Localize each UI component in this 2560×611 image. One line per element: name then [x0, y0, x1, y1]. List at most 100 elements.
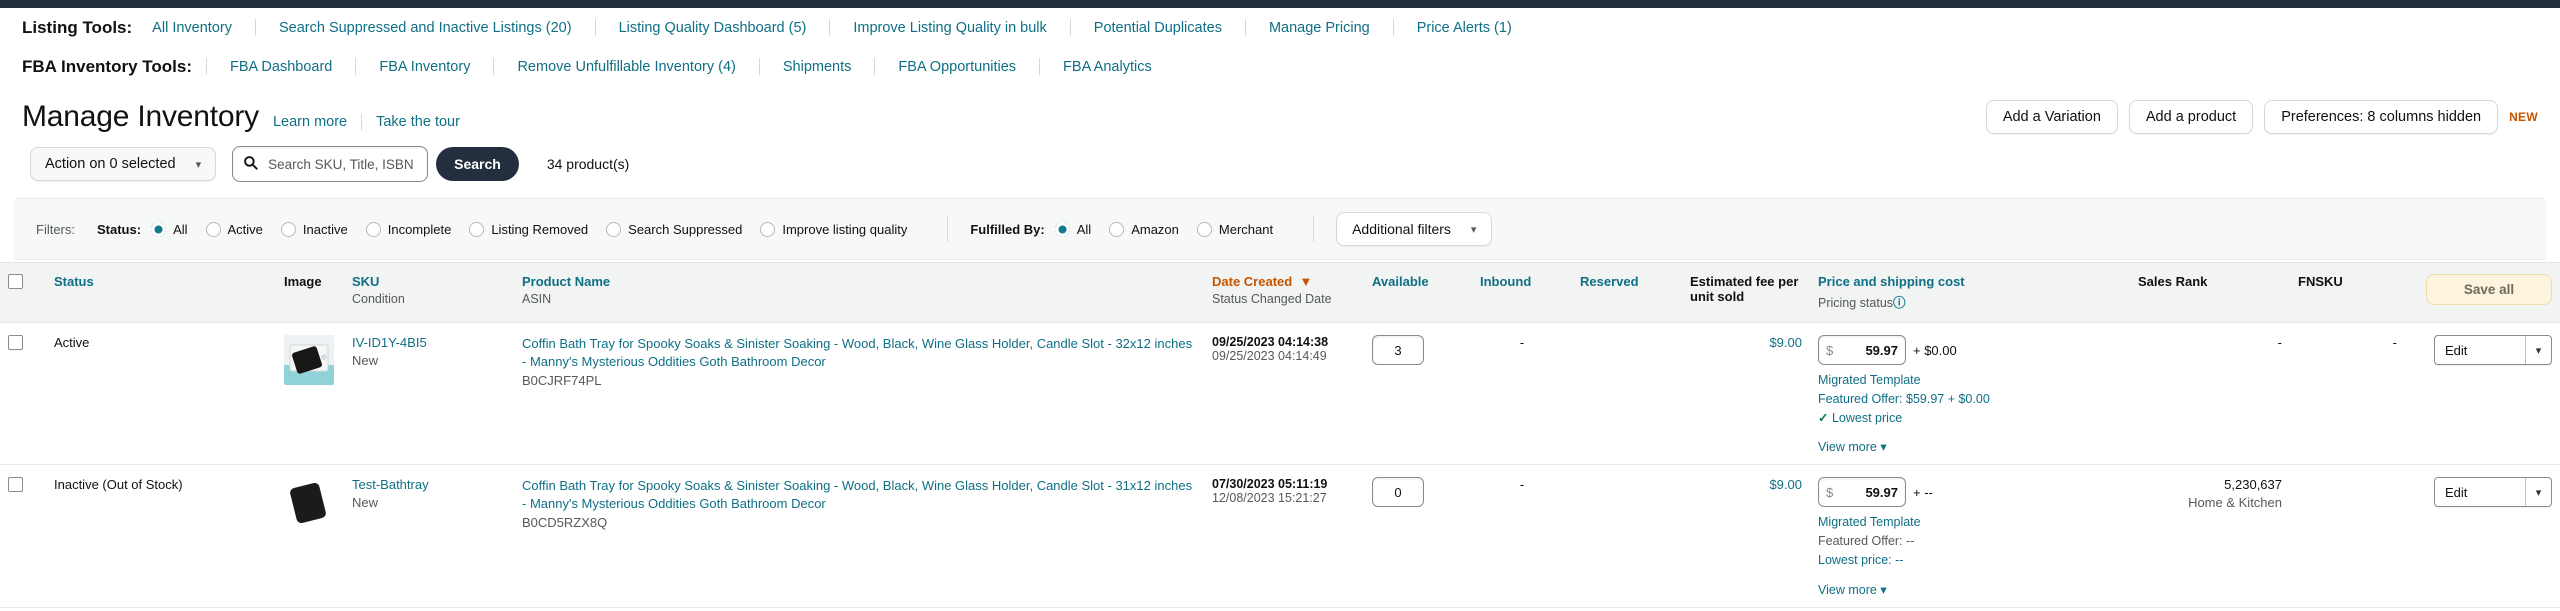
- header-link-divider: [361, 113, 363, 131]
- row-inbound: -: [1472, 464, 1572, 608]
- additional-filters-dropdown[interactable]: Additional filters ▾: [1336, 212, 1493, 246]
- header-date-created[interactable]: Date Created ▼ Status Changed Date: [1204, 262, 1364, 323]
- price-input[interactable]: $ 59.97: [1818, 477, 1906, 508]
- nav-all-inventory[interactable]: All Inventory: [146, 20, 255, 36]
- pricing-template-link[interactable]: Migrated Template: [1818, 515, 1921, 529]
- view-more-link[interactable]: View more ▾: [1818, 582, 1887, 597]
- select-all-checkbox[interactable]: [8, 274, 23, 289]
- radio-icon[interactable]: [1054, 221, 1070, 237]
- chevron-down-icon[interactable]: ▾: [2525, 336, 2551, 364]
- row-status-changed-date: 09/25/2023 04:14:49: [1212, 349, 1327, 363]
- edit-button-label: Edit: [2445, 484, 2468, 500]
- lowest-price-link[interactable]: Lowest price: [1832, 411, 1902, 425]
- row-product-name-link[interactable]: Coffin Bath Tray for Spooky Soaks & Sini…: [522, 477, 1196, 512]
- status-filter-improve-listing-quality[interactable]: Improve listing quality: [760, 221, 908, 237]
- fulfilled-by-amazon-label: Amazon: [1131, 221, 1179, 237]
- status-filter-search-suppressed[interactable]: Search Suppressed: [606, 221, 742, 237]
- product-thumbnail[interactable]: [284, 477, 334, 528]
- nav-potential-duplicates[interactable]: Potential Duplicates: [1071, 20, 1245, 36]
- info-icon[interactable]: ⓘ: [1893, 296, 1906, 310]
- available-quantity-input[interactable]: 3: [1372, 335, 1424, 365]
- nav-price-alerts[interactable]: Price Alerts (1): [1394, 20, 1535, 36]
- header-price-and-shipping[interactable]: Price and shipping cost Pricing statusⓘ: [1810, 262, 2130, 323]
- header-sku[interactable]: SKU Condition: [344, 262, 514, 323]
- row-estimated-fee-link[interactable]: $9.00: [1769, 335, 1802, 350]
- row-estimated-fee-link[interactable]: $9.00: [1769, 477, 1802, 492]
- currency-symbol: $: [1826, 342, 1834, 358]
- nav-manage-pricing[interactable]: Manage Pricing: [1246, 20, 1393, 36]
- product-count: 34 product(s): [546, 156, 630, 172]
- chevron-down-icon[interactable]: ▾: [2525, 478, 2551, 507]
- preferences-button[interactable]: Preferences: 8 columns hidden: [2264, 100, 2499, 134]
- status-filter-inactive[interactable]: Inactive: [280, 221, 348, 237]
- status-filter-improve-quality-label: Improve listing quality: [782, 221, 908, 237]
- nav-shipments[interactable]: Shipments: [760, 59, 875, 75]
- add-a-variation-button[interactable]: Add a Variation: [1985, 100, 2118, 134]
- save-all-button[interactable]: Save all: [2426, 274, 2552, 305]
- nav-improve-listing-quality-bulk[interactable]: Improve Listing Quality in bulk: [830, 20, 1069, 36]
- select-all-header: [0, 262, 46, 323]
- radio-icon[interactable]: [760, 221, 776, 237]
- radio-icon[interactable]: [469, 221, 485, 237]
- status-filter-all[interactable]: All: [151, 221, 188, 237]
- featured-offer-link[interactable]: Featured Offer: $59.97 + $0.00: [1818, 392, 1990, 406]
- fulfilled-by-merchant[interactable]: Merchant: [1196, 221, 1273, 237]
- shipping-cost: + --: [1913, 484, 1933, 500]
- row-sku-link[interactable]: IV-ID1Y-4BI5: [352, 335, 427, 350]
- add-a-product-button[interactable]: Add a product: [2128, 100, 2254, 134]
- nav-fba-inventory[interactable]: FBA Inventory: [356, 59, 493, 75]
- row-status: Active: [46, 322, 276, 466]
- row-estimated-fee: $9.00: [1682, 464, 1810, 608]
- row-product-name-link[interactable]: Coffin Bath Tray for Spooky Soaks & Sini…: [522, 335, 1196, 370]
- pricing-template-link[interactable]: Migrated Template: [1818, 373, 1921, 387]
- lowest-price-link[interactable]: Lowest price: --: [1818, 553, 1903, 567]
- nav-fba-analytics[interactable]: FBA Analytics: [1040, 59, 1175, 75]
- learn-more-link[interactable]: Learn more: [273, 114, 347, 130]
- row-asin: B0CD5RZX8Q: [522, 515, 608, 531]
- nav-remove-unfulfillable[interactable]: Remove Unfulfillable Inventory (4): [494, 59, 758, 75]
- header-available[interactable]: Available: [1364, 262, 1472, 323]
- edit-button[interactable]: Edit ▾: [2434, 477, 2552, 508]
- fulfilled-by-amazon[interactable]: Amazon: [1109, 221, 1179, 237]
- row-sales-rank-value: 5,230,637: [2224, 477, 2282, 493]
- radio-icon[interactable]: [365, 221, 381, 237]
- radio-icon[interactable]: [205, 221, 221, 237]
- radio-icon[interactable]: [1109, 221, 1125, 237]
- pricing-details: Migrated Template Featured Offer: -- Low…: [1818, 513, 2122, 569]
- header-status[interactable]: Status: [46, 262, 276, 323]
- available-quantity-input[interactable]: 0: [1372, 477, 1424, 508]
- search-button[interactable]: Search: [436, 147, 519, 181]
- product-thumbnail[interactable]: [284, 335, 334, 385]
- row-sku-link[interactable]: Test-Bathtray: [352, 477, 429, 492]
- take-the-tour-link[interactable]: Take the tour: [376, 114, 460, 130]
- radio-icon[interactable]: [1196, 221, 1212, 237]
- status-filter-active[interactable]: Active: [205, 221, 263, 237]
- table-row: Active IV-ID1Y-4BI5 New Coffin Bath Tray…: [0, 322, 2560, 466]
- nav-search-suppressed[interactable]: Search Suppressed and Inactive Listings …: [256, 20, 595, 36]
- row-checkbox[interactable]: [8, 335, 23, 350]
- header-reserved[interactable]: Reserved: [1572, 262, 1682, 323]
- nav-fba-dashboard[interactable]: FBA Dashboard: [207, 59, 355, 75]
- fulfilled-by-all[interactable]: All: [1054, 221, 1091, 237]
- nav-fba-opportunities[interactable]: FBA Opportunities: [875, 59, 1039, 75]
- action-on-selected-dropdown[interactable]: Action on 0 selected ▾: [30, 147, 217, 181]
- radio-icon[interactable]: [280, 221, 296, 237]
- status-filter-listing-removed[interactable]: Listing Removed: [469, 221, 588, 237]
- row-checkbox[interactable]: [8, 477, 23, 493]
- new-badge: NEW: [2509, 110, 2538, 124]
- nav-listing-quality-dashboard[interactable]: Listing Quality Dashboard (5): [596, 20, 830, 36]
- search-input-wrapper[interactable]: [232, 146, 429, 182]
- status-filter-incomplete[interactable]: Incomplete: [365, 221, 451, 237]
- row-reserved: [1572, 322, 1682, 466]
- search-input[interactable]: [266, 155, 418, 173]
- edit-button[interactable]: Edit ▾: [2434, 335, 2552, 365]
- radio-icon[interactable]: [151, 221, 167, 237]
- radio-icon[interactable]: [606, 221, 622, 237]
- view-more-link[interactable]: View more ▾: [1818, 439, 1887, 454]
- price-input[interactable]: $ 59.97: [1818, 335, 1906, 365]
- row-image-cell: [276, 464, 344, 608]
- row-available-cell: 0: [1364, 464, 1472, 608]
- header-product-name[interactable]: Product Name ASIN: [514, 262, 1204, 323]
- header-inbound[interactable]: Inbound: [1472, 262, 1572, 323]
- header-sales-rank: Sales Rank: [2130, 262, 2290, 323]
